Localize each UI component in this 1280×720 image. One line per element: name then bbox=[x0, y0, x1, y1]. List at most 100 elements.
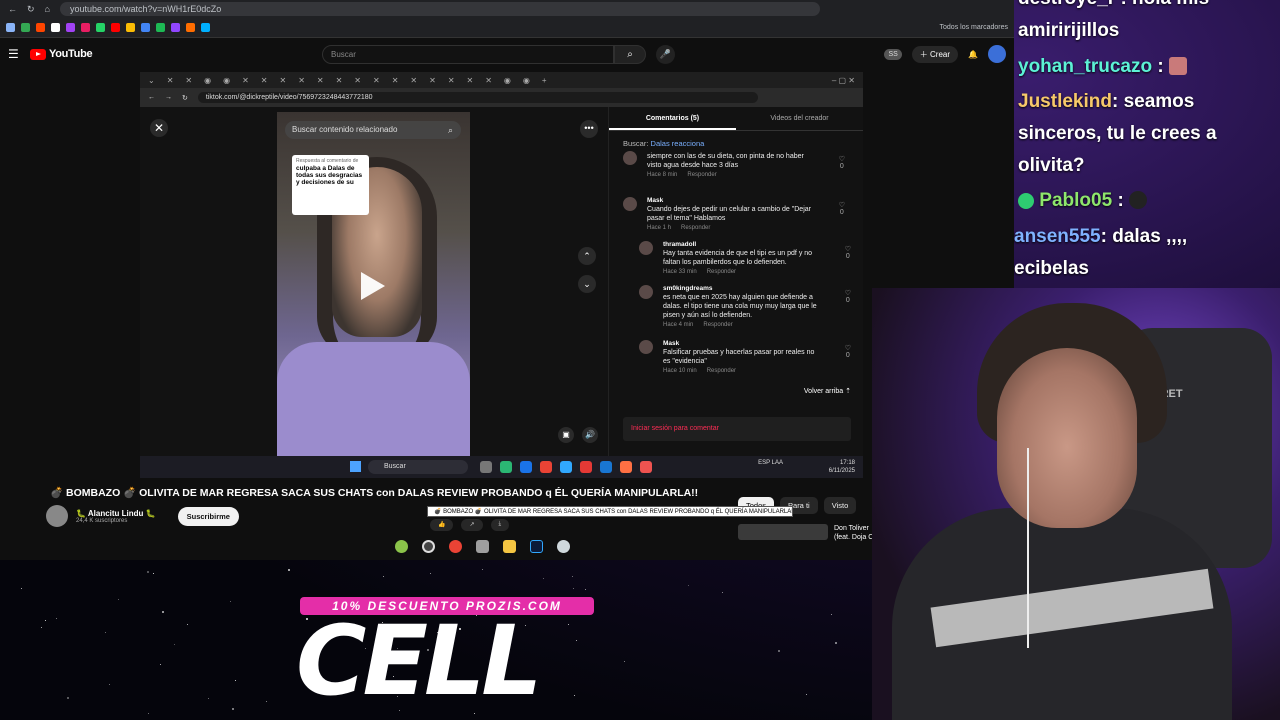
tab-close-icon[interactable]: ✕ bbox=[354, 76, 361, 85]
address-bar[interactable]: youtube.com/watch?v=nWH1rE0dcZo bbox=[59, 2, 820, 16]
home-icon[interactable]: ⌂ bbox=[45, 4, 50, 14]
photoshop-icon[interactable] bbox=[530, 540, 543, 553]
bell-icon[interactable]: 🔔 bbox=[968, 50, 978, 59]
tab-comments[interactable]: Comentarios (5) bbox=[609, 107, 736, 130]
avatar[interactable] bbox=[623, 197, 637, 211]
like-button[interactable]: 👍 bbox=[430, 519, 454, 531]
bookmark-icon[interactable] bbox=[36, 23, 45, 32]
reply-button[interactable]: Responder bbox=[703, 322, 732, 328]
tab-close-icon[interactable]: ✕ bbox=[373, 76, 380, 85]
forward-icon[interactable]: → bbox=[165, 94, 172, 101]
bookmark-icon[interactable] bbox=[171, 23, 180, 32]
back-to-top-button[interactable]: Volver arriba ⇡ bbox=[804, 387, 851, 395]
tab-close-icon[interactable]: ✕ bbox=[279, 76, 286, 85]
reload-icon[interactable]: ↻ bbox=[27, 4, 35, 15]
tab-close-icon[interactable]: ✕ bbox=[392, 76, 399, 85]
avatar[interactable] bbox=[623, 151, 637, 165]
tab-icon[interactable]: ◉ bbox=[523, 76, 530, 85]
avatar[interactable] bbox=[639, 340, 653, 354]
comment-username[interactable]: thramadoll bbox=[663, 241, 823, 248]
app-icon[interactable] bbox=[620, 461, 632, 473]
bookmark-icon[interactable] bbox=[156, 23, 165, 32]
bookmark-icon[interactable] bbox=[81, 23, 90, 32]
search-term-link[interactable]: Dalas reacciona bbox=[651, 139, 705, 148]
channel-name[interactable]: 🐛 Alancitu Lindu 🐛 bbox=[76, 509, 156, 518]
tab-icon[interactable]: ◉ bbox=[204, 76, 211, 85]
bookmark-icon[interactable] bbox=[6, 23, 15, 32]
like-button[interactable]: ♡ 0 bbox=[839, 155, 845, 170]
edge-icon[interactable] bbox=[520, 461, 532, 473]
taskbar-search[interactable]: Buscar bbox=[368, 460, 468, 474]
bookmark-icon[interactable] bbox=[21, 23, 30, 32]
close-icon[interactable]: ✕ bbox=[150, 119, 168, 137]
bookmark-icon[interactable] bbox=[51, 23, 60, 32]
comment-username[interactable]: sm0kingdreams bbox=[663, 285, 823, 292]
like-button[interactable]: ♡ 0 bbox=[839, 201, 845, 216]
language-indicator[interactable]: ESP LAA bbox=[758, 459, 783, 467]
login-to-comment[interactable]: Iniciar sesión para comentar bbox=[623, 417, 851, 441]
youtube-logo[interactable]: YouTube bbox=[30, 48, 93, 60]
bookmark-icon[interactable] bbox=[66, 23, 75, 32]
bookmark-icon[interactable] bbox=[201, 23, 210, 32]
share-button[interactable]: ↗ bbox=[461, 519, 483, 531]
create-button[interactable]: ＋ Crear bbox=[911, 45, 959, 63]
play-icon[interactable] bbox=[361, 272, 385, 300]
app-icon[interactable] bbox=[640, 461, 652, 473]
tab-close-icon[interactable]: ⌄ bbox=[148, 76, 155, 85]
reply-button[interactable]: Responder bbox=[687, 172, 716, 178]
app-icon[interactable] bbox=[476, 540, 489, 553]
window-controls[interactable]: – ▢ ✕ bbox=[832, 76, 855, 85]
tab-close-icon[interactable]: ✕ bbox=[467, 76, 474, 85]
folder-icon[interactable] bbox=[503, 540, 516, 553]
like-button[interactable]: ♡ 0 bbox=[845, 289, 851, 304]
cast-icon[interactable]: SS bbox=[884, 48, 902, 60]
volume-icon[interactable]: 🔊 bbox=[582, 427, 598, 443]
windows-start-icon[interactable] bbox=[350, 461, 361, 472]
app-icon[interactable] bbox=[395, 540, 408, 553]
photoshop-icon[interactable] bbox=[560, 461, 572, 473]
pip-icon[interactable]: ▣ bbox=[558, 427, 574, 443]
tab-icon[interactable]: ◉ bbox=[504, 76, 511, 85]
bookmark-icon[interactable] bbox=[186, 23, 195, 32]
tab-close-icon[interactable]: ✕ bbox=[410, 76, 417, 85]
chrome-icon[interactable] bbox=[540, 461, 552, 473]
chrome-icon[interactable] bbox=[449, 540, 462, 553]
comment-username[interactable]: Mask bbox=[647, 197, 817, 204]
task-view-icon[interactable] bbox=[480, 461, 492, 473]
app-icon[interactable] bbox=[500, 461, 512, 473]
bookmark-icon[interactable] bbox=[111, 23, 120, 32]
tab-close-icon[interactable]: ✕ bbox=[185, 76, 192, 85]
avatar[interactable] bbox=[639, 241, 653, 255]
chevron-up-icon[interactable]: ⌃ bbox=[578, 247, 596, 265]
tab-close-icon[interactable]: ✕ bbox=[317, 76, 324, 85]
comment-username[interactable]: Mask bbox=[663, 340, 823, 347]
tiktok-video[interactable]: Buscar contenido relacionado ⌕ Respuesta… bbox=[277, 112, 470, 456]
taskbar-clock[interactable]: 17:18 6/11/2025 bbox=[829, 459, 855, 475]
avatar[interactable] bbox=[639, 285, 653, 299]
new-tab-icon[interactable]: + bbox=[542, 76, 547, 85]
mic-button[interactable]: 🎤 bbox=[656, 45, 675, 64]
more-options-icon[interactable]: ••• bbox=[580, 120, 598, 138]
tab-creator-videos[interactable]: Videos del creador bbox=[736, 107, 863, 130]
tab-close-icon[interactable]: ✕ bbox=[261, 76, 268, 85]
all-bookmarks-label[interactable]: Todos los marcadores bbox=[940, 24, 1008, 31]
tab-close-icon[interactable]: ✕ bbox=[336, 76, 343, 85]
bookmark-icon[interactable] bbox=[126, 23, 135, 32]
recommended-thumbnail[interactable] bbox=[738, 524, 828, 540]
back-icon[interactable]: ← bbox=[148, 94, 155, 101]
reload-icon[interactable]: ↻ bbox=[182, 94, 188, 102]
app-icon[interactable] bbox=[600, 461, 612, 473]
avatar[interactable] bbox=[988, 45, 1006, 63]
channel-avatar[interactable] bbox=[46, 505, 68, 527]
search-button[interactable]: ⌕ bbox=[614, 45, 646, 64]
back-icon[interactable]: ← bbox=[8, 4, 17, 14]
tab-close-icon[interactable]: ✕ bbox=[448, 76, 455, 85]
chevron-down-icon[interactable]: ⌄ bbox=[578, 275, 596, 293]
menu-icon[interactable]: ☰ bbox=[8, 47, 24, 61]
tab-close-icon[interactable]: ✕ bbox=[485, 76, 492, 85]
inner-address-bar[interactable]: tiktok.com/@dickreptile/video/7569723248… bbox=[197, 92, 758, 103]
tab-close-icon[interactable]: ✕ bbox=[298, 76, 305, 85]
reply-button[interactable]: Responder bbox=[681, 225, 710, 231]
tab-close-icon[interactable]: ✕ bbox=[429, 76, 436, 85]
subscribe-button[interactable]: Suscribirme bbox=[177, 506, 239, 526]
